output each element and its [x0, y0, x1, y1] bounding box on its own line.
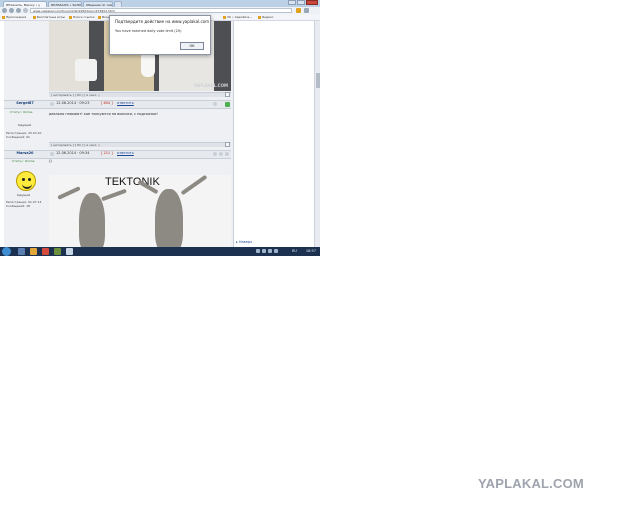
minimize-button[interactable] [288, 0, 296, 5]
cat-left [79, 193, 105, 247]
volume-icon[interactable] [262, 249, 266, 253]
post2-toolbar[interactable]: [ цитировать ] [ ЛС ] [ в закл. ] [49, 142, 231, 147]
post3-reply-link[interactable]: ответить [117, 151, 134, 156]
post3-text: )) [49, 159, 52, 163]
separator-icon [219, 102, 223, 106]
home-icon[interactable] [23, 8, 28, 13]
page-scrollbar[interactable] [314, 21, 320, 247]
star-icon[interactable] [296, 8, 301, 13]
post2-reply-link[interactable]: ответить [117, 101, 134, 106]
clock[interactable]: 18:57 [306, 248, 316, 255]
post2-rating: [ 604 ] [101, 101, 113, 105]
folder-icon[interactable] [30, 248, 37, 255]
expand-icon[interactable] [225, 92, 230, 97]
start-button[interactable] [2, 247, 11, 256]
bookmark-search[interactable]: Поиск ссылок [69, 15, 95, 19]
bookmark-vk-3[interactable]: VK • Сделай в... [223, 15, 252, 19]
flag-icon[interactable] [268, 249, 272, 253]
site-watermark: YAPLAKAL.COM [478, 476, 584, 491]
post-link-icon[interactable] [50, 102, 54, 106]
post2-status: Статус: Online [10, 110, 33, 114]
vk-icon [223, 15, 226, 19]
network-icon[interactable] [256, 249, 260, 253]
folder-icon [33, 15, 36, 19]
tab-bar: ЯПлакалъ, Mazury • y ЯПЛАКАЛЪ • ЗАЛИ Общ… [0, 0, 320, 7]
post-link-icon[interactable] [50, 152, 54, 156]
post1-toolbar[interactable]: [ цитировать ] [ ЛС ] [ в закл. ] [49, 92, 231, 97]
post3-rating: [ 211 ] [101, 151, 113, 155]
post3-image[interactable]: TEKTONIK [49, 175, 231, 247]
battery-icon[interactable] [274, 249, 278, 253]
post3-messages: Сообщений: 18 [6, 204, 30, 208]
cat-left-paw [101, 188, 127, 202]
post3-username[interactable]: Marsa20 [4, 151, 46, 156]
cat-right [155, 189, 183, 247]
media-icon[interactable] [42, 248, 49, 255]
vote-down-icon[interactable] [213, 102, 217, 106]
back-icon[interactable] [2, 8, 7, 13]
ok-button[interactable]: OK [180, 42, 204, 50]
taskbar: RU 18:57 [0, 247, 320, 256]
to-top-link[interactable]: ▸ Наверх [236, 240, 252, 244]
vote-up-icon[interactable] [225, 102, 230, 107]
folder-icon [69, 15, 72, 19]
post3-rank: Ыдущий [17, 193, 31, 197]
menu-icon[interactable] [304, 8, 309, 13]
explorer-icon[interactable] [18, 248, 25, 255]
forward-icon[interactable] [9, 8, 14, 13]
right-column [235, 21, 314, 247]
maximize-button[interactable] [297, 0, 305, 5]
window-controls [288, 0, 318, 7]
photo-bag [75, 59, 97, 81]
scrollbar-thumb[interactable] [316, 73, 320, 88]
language-indicator[interactable]: RU [292, 248, 297, 255]
post2-text: реально плакают! кое тоскуются на воскос… [49, 112, 158, 116]
bookmark-yandex[interactable]: Яндекс [258, 15, 273, 19]
collapse-icon[interactable] [225, 142, 230, 147]
chrome-icon[interactable] [66, 248, 73, 255]
post3-avatar [16, 171, 36, 191]
post2-rank: Ыдущий [18, 123, 32, 127]
yandex-icon [258, 15, 261, 19]
dialog-message: You have reached daily vote limit (20) [115, 29, 182, 33]
dialog-title: Подтвердите действие на www.yaplakal.com [115, 19, 209, 24]
apps-icon [2, 15, 5, 19]
url-field[interactable]: www.yaplakal.com/forum/2/st/1950/topic/4… [30, 8, 292, 13]
vote-down-icon[interactable] [213, 152, 217, 156]
photo-watermark: YAPLAKAL.COM [193, 83, 228, 88]
separator-icon [219, 152, 223, 156]
cat-left-paw [57, 186, 81, 200]
reload-icon[interactable] [16, 8, 21, 13]
bookmark-games[interactable]: Бесплатные игры [33, 15, 65, 19]
post2-date: 12.06.2014 · 09:23 [56, 101, 90, 105]
post3-status: Статус: Online [12, 159, 35, 163]
cat-right-paw [180, 175, 208, 196]
post2-messages: Сообщений: 91 [6, 135, 30, 139]
alert-dialog: Подтвердите действие на www.yaplakal.com… [109, 15, 211, 55]
app-icon[interactable] [54, 248, 61, 255]
post3-date: 12.06.2014 · 09:34 [56, 151, 90, 155]
screenshot: ЯПлакалъ, Mazury • y ЯПЛАКАЛЪ • ЗАЛИ Общ… [0, 0, 320, 256]
post2-username[interactable]: Sergei87 [4, 101, 46, 106]
vk-icon [98, 15, 101, 19]
vote-up-icon[interactable] [225, 152, 229, 156]
close-window-button[interactable] [306, 0, 318, 5]
bookmark-apps[interactable]: Приложения [2, 15, 26, 19]
